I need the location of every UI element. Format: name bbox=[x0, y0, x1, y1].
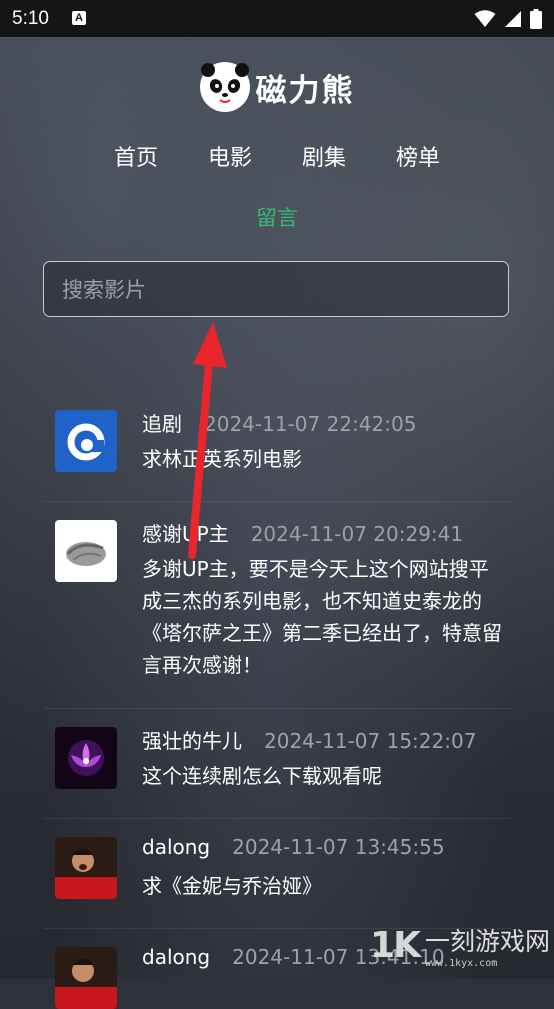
notification-a-icon: A bbox=[72, 11, 86, 25]
list-item: 强壮的牛儿 2024-11-07 15:22:07 这个连续剧怎么下载观看呢 bbox=[43, 709, 511, 819]
comment-text: 这个连续剧怎么下载观看呢 bbox=[142, 764, 382, 788]
battery-icon bbox=[530, 9, 542, 29]
comment-author: 感谢UP主 bbox=[142, 522, 229, 546]
nav-series[interactable]: 剧集 bbox=[302, 140, 346, 172]
comment-text: 求《金妮与乔治娅》 bbox=[142, 874, 322, 898]
avatar bbox=[55, 947, 117, 1009]
comment-author: 追剧 bbox=[142, 412, 182, 436]
comment-date: 2024-11-07 22:42:05 bbox=[204, 412, 417, 436]
avatar bbox=[55, 410, 117, 472]
status-bar: 5:10 A bbox=[0, 0, 554, 37]
list-item: dalong 2024-11-07 13:45:55 求《金妮与乔治娅》 bbox=[43, 819, 511, 929]
watermark-url: www.1kyx.com bbox=[424, 958, 498, 969]
nav-home[interactable]: 首页 bbox=[114, 140, 158, 172]
comment-author: dalong bbox=[142, 945, 211, 969]
comment-author: dalong bbox=[142, 835, 211, 859]
nav-movies[interactable]: 电影 bbox=[208, 140, 252, 172]
avatar bbox=[55, 727, 117, 789]
comment-date: 2024-11-07 15:22:07 bbox=[264, 729, 477, 753]
watermark-title: 一刻游戏网 bbox=[424, 927, 550, 956]
list-item: 感谢UP主 2024-11-07 20:29:41 多谢UP主，要不是今天上这个网… bbox=[43, 502, 511, 709]
panda-logo-icon bbox=[199, 62, 250, 112]
app-title: 磁力熊 bbox=[255, 72, 355, 109]
wifi-icon bbox=[474, 10, 496, 27]
status-time: 5:10 bbox=[12, 8, 49, 29]
signal-icon bbox=[505, 11, 521, 27]
avatar bbox=[55, 520, 117, 582]
comment-text: 求林正英系列电影 bbox=[142, 447, 302, 471]
app-header: 磁力熊 bbox=[0, 62, 554, 112]
comment-date: 2024-11-07 13:45:55 bbox=[232, 835, 445, 859]
avatar bbox=[55, 837, 117, 899]
watermark: 1K 一刻游戏网 www.1kyx.com bbox=[370, 922, 550, 969]
search-input[interactable]: 搜索影片 bbox=[43, 261, 509, 317]
nav-rank[interactable]: 榜单 bbox=[396, 140, 440, 172]
comment-author: 强壮的牛儿 bbox=[142, 729, 242, 753]
nav-messages[interactable]: 留言 bbox=[0, 202, 554, 232]
comment-list: 追剧 2024-11-07 22:42:05 求林正英系列电影 感谢UP主 2024… bbox=[43, 392, 511, 1009]
list-item: 追剧 2024-11-07 22:42:05 求林正英系列电影 bbox=[43, 392, 511, 502]
main-nav: 首页 电影 剧集 榜单 bbox=[0, 140, 554, 172]
watermark-logo: 1K bbox=[370, 925, 421, 966]
comment-text: 多谢UP主，要不是今天上这个网站搜平成三杰的系列电影，也不知道史泰龙的《塔尔萨之… bbox=[142, 557, 502, 677]
comment-date: 2024-11-07 20:29:41 bbox=[250, 522, 464, 546]
